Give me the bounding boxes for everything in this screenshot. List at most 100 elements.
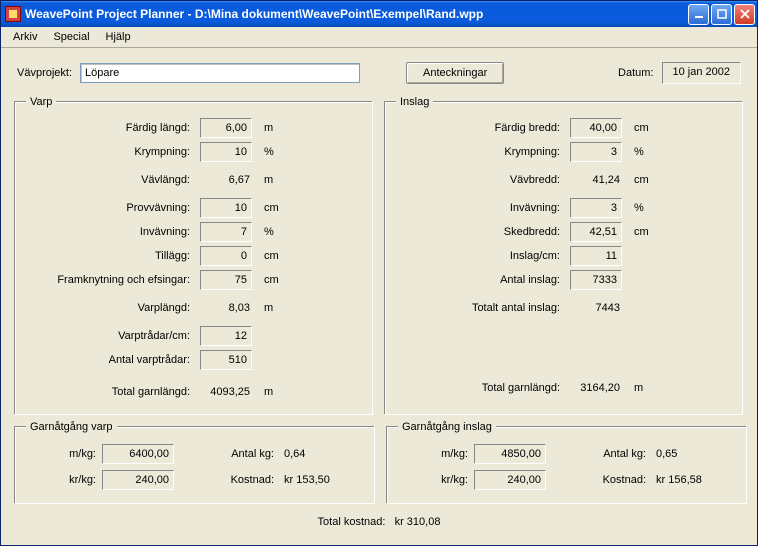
menu-arkiv[interactable]: Arkiv: [5, 29, 45, 45]
total-cost-label: Total kostnad:: [318, 516, 386, 528]
skedbredd-input[interactable]: [570, 222, 622, 242]
fardig-bredd-input[interactable]: [570, 118, 622, 138]
close-button[interactable]: [734, 4, 755, 25]
varp-total-garn-unit: m: [260, 386, 290, 398]
minimize-button[interactable]: [688, 4, 709, 25]
inslag-invavning-input[interactable]: [570, 198, 622, 218]
provvavning-input[interactable]: [200, 198, 252, 218]
yarn-varp-mkg-input[interactable]: [102, 444, 174, 464]
fardig-langd-label: Färdig längd:: [26, 122, 196, 134]
inslag-cm-label: Inslag/cm:: [396, 250, 566, 262]
vavbredd-label: Vävbredd:: [396, 174, 566, 186]
yarn-varp-kostnad-label: Kostnad:: [188, 474, 278, 486]
antal-inslag-input[interactable]: [570, 270, 622, 290]
yarn-inslag-kostnad-label: Kostnad:: [560, 474, 650, 486]
yarn-inslag-mkg-input[interactable]: [474, 444, 546, 464]
vavlangd-label: Vävlängd:: [26, 174, 196, 186]
varp-krymp-input[interactable]: [200, 142, 252, 162]
yarn-varp-antalkg-value: 0,64: [284, 448, 364, 460]
yarn-varp-mkg-label: m/kg:: [26, 448, 96, 460]
yarn-varp-krkg-input[interactable]: [102, 470, 174, 490]
yarn-varp-antalkg-label: Antal kg:: [188, 448, 278, 460]
inslag-legend: Inslag: [396, 96, 433, 108]
inslag-total-garn-label: Total garnlängd:: [396, 382, 566, 394]
antal-varptradar-input[interactable]: [200, 350, 252, 370]
varp-legend: Varp: [26, 96, 56, 108]
project-row: Vävprojekt: Anteckningar Datum: 10 jan 2…: [15, 56, 743, 90]
total-cost-value: kr 310,08: [395, 516, 441, 528]
varptradar-cm-label: Varptrådar/cm:: [26, 330, 196, 342]
fardig-langd-input[interactable]: [200, 118, 252, 138]
yarn-inslag-mkg-label: m/kg:: [398, 448, 468, 460]
window-frame: WeavePoint Project Planner - D:\Mina dok…: [0, 0, 758, 546]
varp-krymp-label: Krympning:: [26, 146, 196, 158]
yarn-varp-legend: Garnåtgång varp: [26, 421, 117, 433]
totalt-antal-inslag-label: Totalt antal inslag:: [396, 302, 566, 314]
titlebar[interactable]: WeavePoint Project Planner - D:\Mina dok…: [1, 1, 757, 27]
varptradar-cm-input[interactable]: [200, 326, 252, 346]
totalt-antal-inslag-value: 7443: [570, 302, 626, 314]
inslag-krymp-unit: %: [630, 146, 660, 158]
provvavning-label: Provvävning:: [26, 202, 196, 214]
inslag-cm-input[interactable]: [570, 246, 622, 266]
maximize-button[interactable]: [711, 4, 732, 25]
provvavning-unit: cm: [260, 202, 290, 214]
antal-inslag-label: Antal inslag:: [396, 274, 566, 286]
project-input[interactable]: [80, 63, 360, 83]
varp-invavning-unit: %: [260, 226, 290, 238]
yarn-inslag-antalkg-label: Antal kg:: [560, 448, 650, 460]
varp-group: Varp Färdig längd: m Krympning: % Vävlän…: [15, 96, 373, 415]
project-label: Vävprojekt:: [17, 67, 72, 79]
vavbredd-value: 41,24: [570, 174, 626, 186]
menu-hjalp[interactable]: Hjälp: [98, 29, 139, 45]
yarn-varp-kostnad-value: kr 153,50: [284, 474, 364, 486]
inslag-krymp-label: Krympning:: [396, 146, 566, 158]
inslag-krymp-input[interactable]: [570, 142, 622, 162]
yarn-varp-krkg-label: kr/kg:: [26, 474, 96, 486]
yarn-varp-group: Garnåtgång varp m/kg: Antal kg: 0,64 kr/…: [15, 421, 375, 504]
date-label: Datum:: [618, 67, 653, 79]
varplangd-value: 8,03: [200, 302, 256, 314]
yarn-inslag-krkg-input[interactable]: [474, 470, 546, 490]
yarn-inslag-kostnad-value: kr 156,58: [656, 474, 736, 486]
vavlangd-value: 6,67: [200, 174, 256, 186]
varplangd-label: Varplängd:: [26, 302, 196, 314]
varplangd-unit: m: [260, 302, 290, 314]
inslag-invavning-label: Invävning:: [396, 202, 566, 214]
fardig-langd-unit: m: [260, 122, 290, 134]
framknytning-unit: cm: [260, 274, 290, 286]
varp-krymp-unit: %: [260, 146, 290, 158]
window-title: WeavePoint Project Planner - D:\Mina dok…: [25, 7, 686, 21]
skedbredd-unit: cm: [630, 226, 660, 238]
varp-invavning-label: Invävning:: [26, 226, 196, 238]
tillagg-unit: cm: [260, 250, 290, 262]
fardig-bredd-unit: cm: [630, 122, 660, 134]
fardig-bredd-label: Färdig bredd:: [396, 122, 566, 134]
yarn-inslag-antalkg-value: 0,65: [656, 448, 736, 460]
inslag-group: Inslag Färdig bredd: cm Krympning: % Väv…: [385, 96, 743, 415]
framknytning-input[interactable]: [200, 270, 252, 290]
tillagg-input[interactable]: [200, 246, 252, 266]
varp-total-garn-label: Total garnlängd:: [26, 386, 196, 398]
content-area: Vävprojekt: Anteckningar Datum: 10 jan 2…: [1, 48, 757, 545]
date-value: 10 jan 2002: [662, 62, 742, 84]
antal-varptradar-label: Antal varptrådar:: [26, 354, 196, 366]
tillagg-label: Tillägg:: [26, 250, 196, 262]
total-cost-row: Total kostnad: kr 310,08: [15, 510, 743, 530]
inslag-invavning-unit: %: [630, 202, 660, 214]
menu-special[interactable]: Special: [45, 29, 97, 45]
yarn-inslag-group: Garnåtgång inslag m/kg: Antal kg: 0,65 k…: [387, 421, 747, 504]
framknytning-label: Framknytning och efsingar:: [26, 274, 196, 286]
varp-total-garn-value: 4093,25: [200, 386, 256, 398]
skedbredd-label: Skedbredd:: [396, 226, 566, 238]
menubar: Arkiv Special Hjälp: [1, 27, 757, 48]
inslag-total-garn-value: 3164,20: [570, 382, 626, 394]
inslag-total-garn-unit: m: [630, 382, 660, 394]
yarn-inslag-legend: Garnåtgång inslag: [398, 421, 496, 433]
vavlangd-unit: m: [260, 174, 290, 186]
yarn-inslag-krkg-label: kr/kg:: [398, 474, 468, 486]
vavbredd-unit: cm: [630, 174, 660, 186]
varp-invavning-input[interactable]: [200, 222, 252, 242]
app-icon: [5, 6, 21, 22]
notes-button[interactable]: Anteckningar: [406, 62, 504, 84]
